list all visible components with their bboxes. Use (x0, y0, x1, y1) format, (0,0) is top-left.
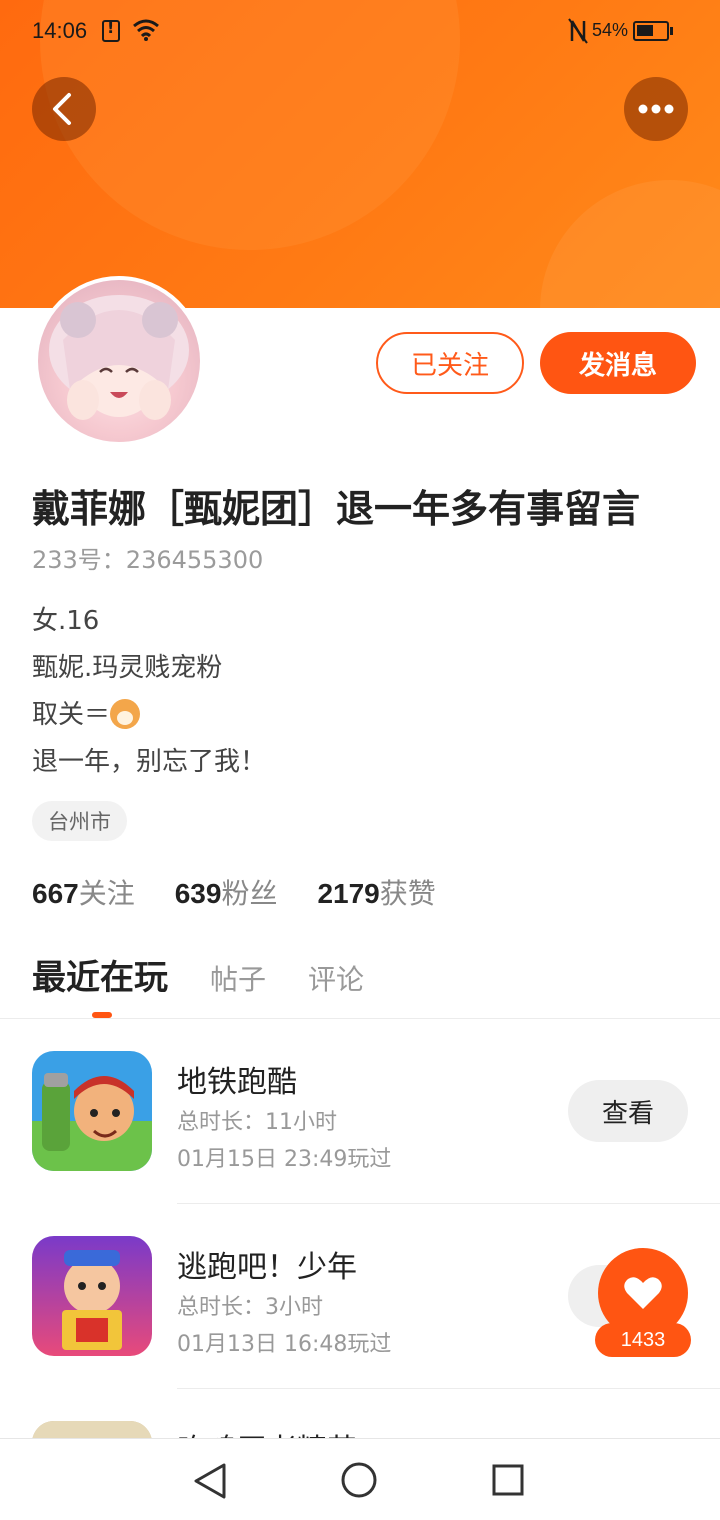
tab-recently-played[interactable]: 最近在玩 (32, 950, 168, 999)
bio-line: 取关＝ (32, 692, 266, 739)
stat-number: 667 (32, 878, 79, 909)
stat-label: 获赞 (379, 877, 436, 910)
bio-line-text: 取关＝ (32, 700, 111, 730)
avatar[interactable] (34, 276, 204, 446)
battery-icon (633, 21, 673, 41)
heart-icon (624, 1277, 662, 1309)
wifi-icon (133, 19, 159, 41)
stat-number: 639 (174, 878, 222, 909)
square-recent-icon[interactable] (491, 1463, 525, 1497)
profile-tabs: 最近在玩 帖子 评论 (32, 950, 364, 999)
escape-game-icon (32, 1236, 152, 1356)
tab-posts[interactable]: 帖子 (210, 958, 266, 998)
nfc-icon (568, 18, 588, 44)
game-title: 逃跑吧！少年 (177, 1250, 357, 1285)
profile-id: 233号：236455300 (32, 546, 264, 574)
profile-name: 戴菲娜［甄妮团］退一年多有事留言 (32, 487, 641, 531)
profile-stats: 667关注 639粉丝 2179获赞 (32, 872, 436, 912)
alert-icon (102, 18, 120, 42)
dog-emoji-icon (110, 699, 141, 729)
back-button[interactable] (32, 77, 96, 141)
battery-percent: 54% (592, 20, 629, 40)
send-message-button[interactable]: 发消息 (540, 332, 696, 394)
game-duration: 总时长：3小时 (177, 1295, 323, 1320)
game-list-item[interactable]: 地铁跑酷 总时长：11小时 01月15日 23:49玩过 查看 (0, 1019, 720, 1204)
stat-likes[interactable]: 2179获赞 (317, 872, 435, 912)
game-list-item[interactable]: 吃鸡王者精英 (0, 1389, 720, 1438)
avatar-image (49, 295, 189, 420)
view-game-button[interactable]: 查看 (568, 1080, 688, 1142)
like-count-badge: 1433 (595, 1323, 691, 1357)
subway-surfers-game-icon (32, 1051, 152, 1171)
status-bar: 14:06 54% (0, 0, 720, 62)
tab-comments[interactable]: 评论 (308, 958, 364, 998)
profile-bio: 女.16 甄妮.玛灵贱宠粉 取关＝ 退一年，别忘了我！ (32, 598, 266, 786)
game-icon (32, 1421, 152, 1438)
bio-line: 退一年，别忘了我！ (32, 747, 267, 777)
system-navigation-bar (0, 1438, 720, 1520)
profile-header-background: 14:06 54% (0, 0, 720, 308)
stat-following[interactable]: 667关注 (32, 872, 135, 912)
location-tag: 台州市 (32, 801, 127, 841)
more-dots-icon (638, 104, 674, 114)
more-options-button[interactable] (624, 77, 688, 141)
status-time: 14:06 (32, 18, 88, 43)
triangle-back-icon[interactable] (192, 1461, 228, 1501)
following-button[interactable]: 已关注 (376, 332, 524, 394)
stat-label: 粉丝 (221, 877, 278, 910)
game-duration: 总时长：11小时 (177, 1110, 337, 1135)
bio-line: 女.16 (32, 606, 100, 636)
back-arrow-icon (53, 93, 71, 125)
game-last-played: 01月15日 23:49玩过 (177, 1147, 392, 1172)
stat-label: 关注 (78, 877, 135, 910)
header-decoration (540, 180, 720, 308)
bio-line: 甄妮.玛灵贱宠粉 (32, 653, 223, 683)
stat-number: 2179 (317, 878, 380, 909)
stat-fans[interactable]: 639粉丝 (175, 872, 278, 912)
game-last-played: 01月13日 16:48玩过 (177, 1332, 392, 1357)
game-title: 吃鸡王者精英 (177, 1425, 357, 1438)
game-title: 地铁跑酷 (177, 1065, 297, 1100)
circle-home-icon[interactable] (340, 1461, 378, 1499)
